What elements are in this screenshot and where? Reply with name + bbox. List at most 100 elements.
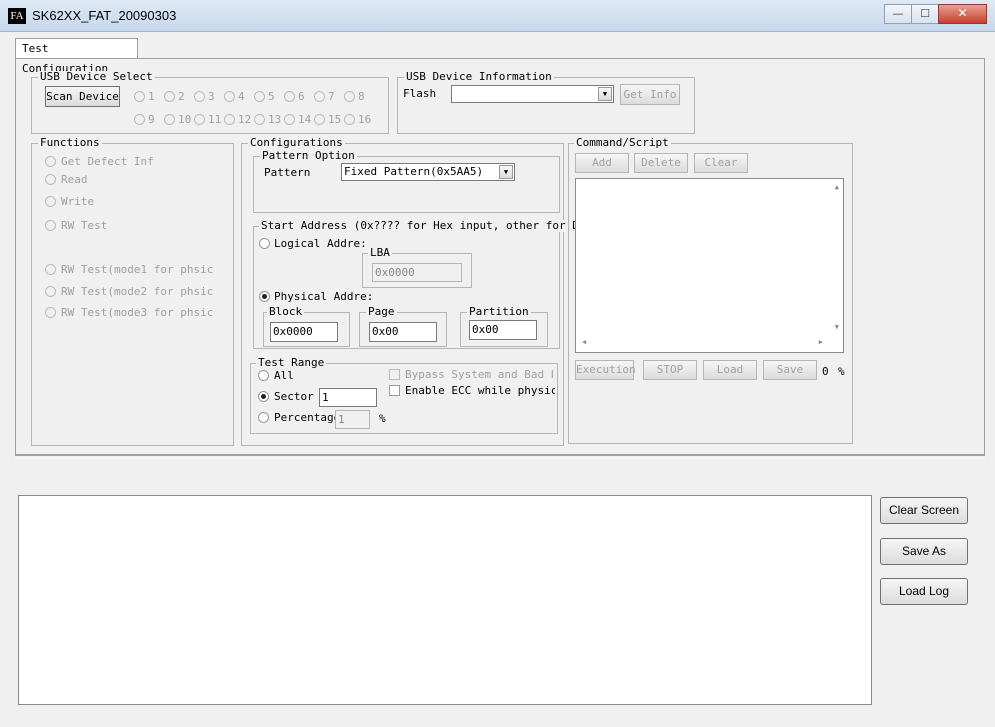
range-percentage-radio[interactable] [258,412,269,423]
get-info-button[interactable]: Get Info [620,84,680,105]
device-label: 5 [268,90,275,103]
device-radio-13[interactable] [254,114,265,125]
physical-address-label: Physical Addre: [274,290,374,303]
logical-address-radio[interactable] [259,238,270,249]
function-label: RW Test [61,219,108,232]
device-radio-15[interactable] [314,114,325,125]
device-radio-3[interactable] [194,91,205,102]
chevron-down-icon[interactable]: ▼ [499,165,513,179]
device-radio-5[interactable] [254,91,265,102]
device-radio-9[interactable] [134,114,145,125]
log-output[interactable] [18,495,872,705]
command-script-label: Command/Script [574,136,671,149]
app-icon: FA [8,8,26,24]
device-radio-4[interactable] [224,91,235,102]
device-radio-10[interactable] [164,114,175,125]
title-bar: FA SK62XX_FAT_20090303 — ☐ ✕ [0,0,995,32]
bypass-label: Bypass System and Bad blo [405,369,553,381]
progress-unit: % [838,365,845,378]
physical-address-radio[interactable] [259,291,270,302]
function-radio-read[interactable] [45,174,56,185]
device-radio-8[interactable] [344,91,355,102]
minimize-icon[interactable]: — [884,4,912,24]
progress-value: 0 [822,365,829,378]
range-all-label: All [274,369,294,382]
device-label: 11 [208,113,222,126]
add-button[interactable]: Add [575,153,629,173]
device-radio-7[interactable] [314,91,325,102]
usb-device-select-label: USB Device Select [38,70,155,83]
script-listbox[interactable]: ▲ ▼ ◀ ▶ [575,178,844,353]
save-button[interactable]: Save [763,360,817,380]
configurations-label: Configurations [248,136,345,149]
ecc-checkbox[interactable] [389,385,400,396]
range-sector-radio[interactable] [258,391,269,402]
function-label: Read [61,173,88,186]
delete-button[interactable]: Delete [634,153,688,173]
pattern-select-value: Fixed Pattern(0x5AA5) [344,165,484,178]
device-label: 10 [178,113,192,126]
block-input[interactable]: 0x0000 [270,322,338,342]
sector-input[interactable]: 1 [319,388,377,407]
lba-label: LBA [368,246,392,259]
clear-button[interactable]: Clear [694,153,748,173]
range-all-radio[interactable] [258,370,269,381]
scroll-left-icon[interactable]: ◀ [582,338,586,346]
function-label: RW Test(mode1 for phsic [61,263,214,276]
load-log-button[interactable]: Load Log [880,578,968,605]
scroll-down-icon[interactable]: ▼ [835,323,839,331]
scroll-right-icon[interactable]: ▶ [819,338,823,346]
function-radio-rw-mode1[interactable] [45,264,56,275]
device-radio-6[interactable] [284,91,295,102]
percentage-input[interactable]: 1 [335,410,370,429]
window-title: SK62XX_FAT_20090303 [32,8,177,23]
page-label: Page [366,305,397,318]
device-label: 1 [148,90,155,103]
percent-sign: % [379,412,386,425]
load-button[interactable]: Load [703,360,757,380]
device-radio-11[interactable] [194,114,205,125]
device-label: 2 [178,90,185,103]
block-label: Block [267,305,305,318]
page-input[interactable]: 0x00 [369,322,437,342]
function-label: Write [61,195,95,208]
function-radio-write[interactable] [45,196,56,207]
stop-button[interactable]: STOP [643,360,697,380]
function-radio-rw-mode3[interactable] [45,307,56,318]
bypass-checkbox[interactable] [389,369,400,380]
usb-device-info-label: USB Device Information [404,70,554,83]
scan-device-button[interactable]: Scan Device [45,86,120,107]
device-radio-2[interactable] [164,91,175,102]
function-radio-rw-test[interactable] [45,220,56,231]
device-radio-16[interactable] [344,114,355,125]
device-radio-14[interactable] [284,114,295,125]
scroll-up-icon[interactable]: ▲ [835,183,839,191]
close-icon[interactable]: ✕ [938,4,987,24]
execution-button[interactable]: Execution [575,360,636,380]
save-as-button[interactable]: Save As [880,538,968,565]
device-label: 6 [298,90,305,103]
function-label: RW Test(mode3 for phsic [61,306,214,319]
device-radio-1[interactable] [134,91,145,102]
function-radio-rw-mode2[interactable] [45,286,56,297]
function-radio-get-defect[interactable] [45,156,56,167]
device-label: 16 [358,113,372,126]
lba-input[interactable]: 0x0000 [372,263,462,282]
function-label: RW Test(mode2 for phsic [61,285,214,298]
device-label: 8 [358,90,365,103]
clear-screen-button[interactable]: Clear Screen [880,497,968,524]
flash-label: Flash [403,87,437,100]
partition-input[interactable]: 0x00 [469,320,537,340]
range-sector-label: Sector [274,390,314,403]
device-label: 4 [238,90,245,103]
pattern-select[interactable]: Fixed Pattern(0x5AA5) ▼ [341,163,515,181]
function-label: Get Defect Inf [61,155,154,168]
device-radio-12[interactable] [224,114,235,125]
test-range-label: Test Range [256,356,327,369]
chevron-down-icon[interactable]: ▼ [598,87,612,101]
pattern-option-label: Pattern Option [260,149,357,162]
device-label: 14 [298,113,312,126]
tab-test-configuration[interactable]: Test Configuration [15,38,138,75]
maximize-icon[interactable]: ☐ [911,4,939,24]
flash-select[interactable]: ▼ [451,85,614,103]
